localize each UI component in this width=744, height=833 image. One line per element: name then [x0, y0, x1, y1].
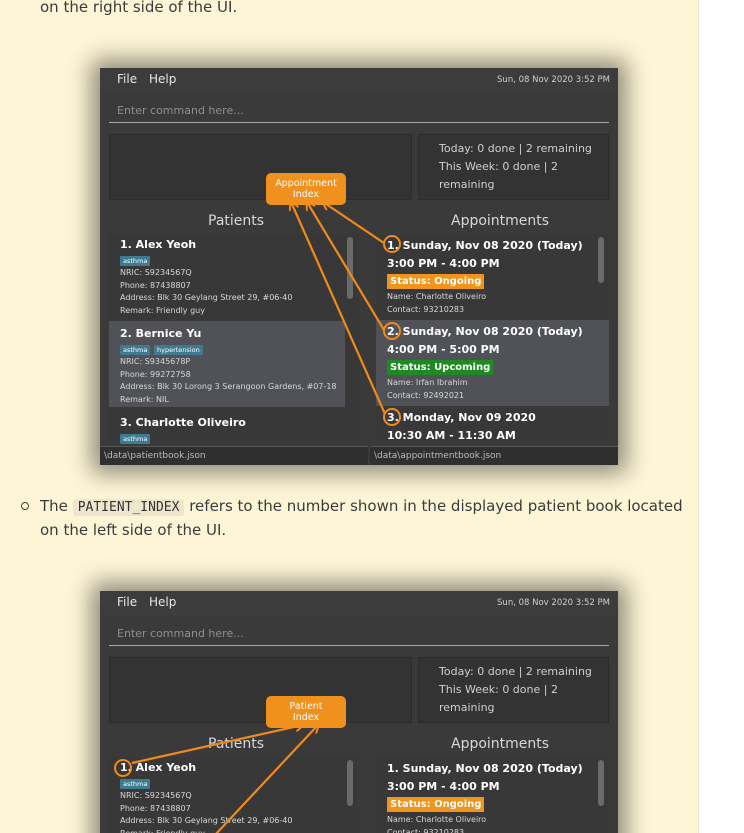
- screenshot-patient-index: File Help Sun, 08 Nov 2020 3:52 PM Enter…: [100, 591, 618, 833]
- para-prefix: The: [40, 497, 68, 515]
- inline-code: PATIENT_INDEX: [72, 499, 185, 516]
- paragraph-patient-index: The PATIENT_INDEX refers to the number s…: [40, 494, 690, 520]
- callout-line: Index: [292, 712, 320, 723]
- documentation-page: on the right side of the UI. File Help S…: [0, 0, 698, 833]
- right-gutter: [698, 0, 744, 833]
- paragraph-line-2: on the left side of the UI.: [40, 521, 227, 539]
- annotation-arrows: [100, 68, 387, 415]
- callout-line: Appointment: [275, 178, 337, 189]
- patient-index-callout: Patient Index: [266, 696, 346, 728]
- callout-line: Index: [292, 189, 320, 200]
- annotation-arrows: [131, 591, 618, 833]
- list-bullet: [21, 502, 29, 510]
- screenshot-appointment-index: File Help Sun, 08 Nov 2020 3:52 PM Enter…: [100, 68, 618, 465]
- callout-line: Patient: [289, 701, 323, 712]
- para-suffix: refers to the number shown in the displa…: [189, 497, 683, 515]
- appointment-index-callout: Appointment Index: [266, 173, 346, 205]
- paragraph-tail: on the right side of the UI.: [40, 0, 238, 16]
